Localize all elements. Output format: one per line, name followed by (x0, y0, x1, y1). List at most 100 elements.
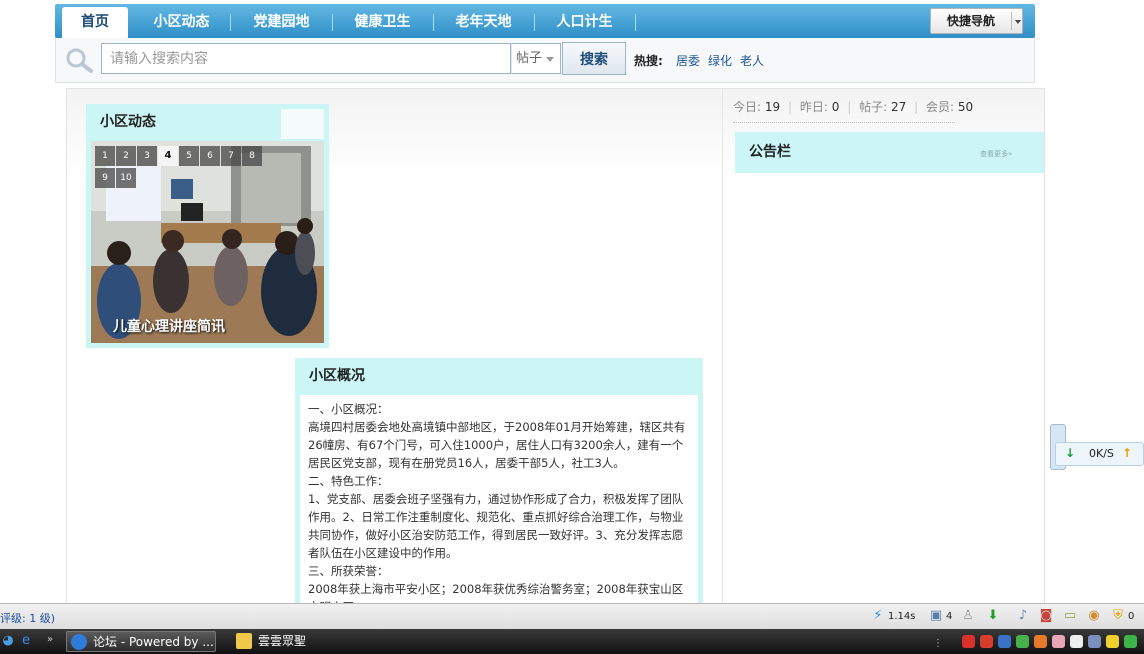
tab-divider (433, 14, 434, 31)
search-bar: 帖子 搜索 热搜: 居委 绿化 老人 (55, 38, 1035, 83)
column-divider (722, 88, 723, 608)
community-overview-box: 小区概况 一、小区概况： 高境四村居委会地处高境镇中部地区，于2008年01月开… (295, 358, 703, 608)
stat-label: 帖子: (859, 100, 888, 114)
window-icon[interactable]: ▭ (1062, 608, 1078, 624)
image-icon[interactable]: ▣ (928, 608, 944, 624)
tray-app-icon[interactable] (1052, 635, 1065, 648)
community-overview-title: 小区概况 (309, 368, 365, 384)
overview-paragraph: 三、所获荣誉： (308, 564, 389, 578)
person-icon[interactable]: ♙ (960, 608, 976, 624)
slide-caption[interactable]: 儿童心理讲座简讯 (113, 316, 225, 336)
stat-label: 会员: (925, 100, 954, 114)
tray-app-icon[interactable] (980, 635, 993, 648)
search-button[interactable]: 搜索 (562, 42, 626, 75)
slide-page-button[interactable]: 6 (200, 146, 220, 166)
slide-page-button[interactable]: 5 (179, 146, 199, 166)
notice-more-link[interactable]: 查看更多» (980, 149, 1012, 159)
chevron-down-icon (546, 57, 554, 62)
download-icon[interactable]: ⬇ (985, 608, 1001, 624)
community-news-box: 小区动态 1 2 3 4 5 6 7 8 9 10 儿童心理讲座简讯 (86, 104, 329, 348)
stat-divider: | (787, 100, 793, 114)
overview-paragraph: 高境四村居委会地处高境镇中部地区，于2008年01月开始筹建，辖区共有26幢房、… (308, 420, 686, 470)
overview-paragraph: 1、党支部、居委会班子坚强有力，通过协作形成了合力，积极发挥了团队作用。2、日常… (308, 492, 684, 560)
tray-app-icon[interactable] (1124, 635, 1137, 648)
taskbar-forum-label: 论坛 - Powered by ... (93, 635, 214, 649)
tab-community-news[interactable]: 小区动态 (135, 7, 228, 38)
tab-party-building[interactable]: 党建园地 (235, 7, 328, 38)
taskbar-folder-window[interactable]: 雲雲眾聖 (232, 631, 362, 652)
tab-divider (230, 14, 231, 31)
page-load-time: 1.14s (888, 611, 916, 622)
network-speed-widget[interactable]: ↓ 0K/S ↑ (1050, 424, 1144, 470)
download-arrow-icon: ↓ (1065, 446, 1076, 460)
stat-yesterday: 0 (831, 100, 840, 114)
tray-expand-icon[interactable]: ⋮ (930, 636, 946, 652)
tray-app-icon[interactable] (1088, 635, 1101, 648)
quick-nav-button[interactable]: 快捷导航 (930, 8, 1023, 34)
overview-paragraph: 二、特色工作： (308, 474, 389, 488)
tab-divider (534, 14, 535, 31)
eye-icon[interactable]: ◉ (1086, 608, 1102, 624)
lightning-icon: ⚡ (873, 608, 883, 623)
camera-icon[interactable]: ◙ (1038, 608, 1054, 624)
quick-nav-divider (1011, 12, 1012, 30)
hot-link[interactable]: 老人 (740, 52, 764, 69)
stat-label: 今日: (733, 100, 762, 114)
news-slideshow[interactable]: 1 2 3 4 5 6 7 8 9 10 儿童心理讲座简讯 (91, 141, 324, 343)
speed-text: 0K/S (1089, 447, 1114, 460)
search-input[interactable] (101, 43, 511, 74)
main-nav: 首页 小区动态 党建园地 健康卫生 老年天地 人口计生 快捷导航 (55, 4, 1035, 38)
slide-page-button[interactable]: 9 (95, 168, 115, 188)
hot-search-label: 热搜: (634, 54, 663, 68)
tab-elderly[interactable]: 老年天地 (437, 7, 530, 38)
stat-label: 昨日: (799, 100, 828, 114)
tray-app-icon[interactable] (1106, 635, 1119, 648)
status-count: 0 (1128, 611, 1135, 622)
speed-panel: ↓ 0K/S ↑ (1055, 442, 1144, 466)
speaker-icon[interactable]: ♪ (1015, 608, 1031, 624)
community-news-title: 小区动态 (100, 114, 156, 130)
stat-members: 50 (957, 100, 974, 114)
tab-health[interactable]: 健康卫生 (336, 7, 429, 38)
search-scope-select[interactable]: 帖子 (511, 43, 561, 74)
stat-divider: | (914, 100, 919, 114)
tab-divider (635, 14, 636, 31)
slide-page-button[interactable]: 1 (95, 146, 115, 166)
taskbar-folder-label: 雲雲眾聖 (258, 634, 307, 648)
browser-icon (71, 634, 87, 650)
tab-home[interactable]: 首页 (62, 7, 128, 38)
tray-app-icon[interactable] (962, 635, 975, 648)
status-text: 评级: 1 级) (0, 612, 55, 625)
chevron-right-icon[interactable]: » (42, 632, 58, 648)
taskbar-forum-window[interactable]: 论坛 - Powered by ... (66, 631, 216, 652)
hot-link[interactable]: 居委 (676, 52, 700, 69)
slide-page-button[interactable]: 10 (116, 168, 136, 188)
upload-arrow-icon: ↑ (1122, 446, 1133, 460)
search-icon (66, 48, 93, 73)
slide-page-button[interactable]: 8 (242, 146, 262, 166)
shield-icon[interactable]: ⛨ (1110, 608, 1126, 624)
browser-status-bar: 评级: 1 级) ⚡ 1.14s ▣ 4 ♙ ⬇ ♪ ◙ ▭ ◉ ⛨ 0 (0, 603, 1144, 629)
slide-page-button[interactable]: 7 (221, 146, 241, 166)
hot-link[interactable]: 绿化 (708, 52, 732, 69)
tray-app-icon[interactable] (1016, 635, 1029, 648)
tray-app-icon[interactable] (998, 635, 1011, 648)
tray-app-icon[interactable] (1034, 635, 1047, 648)
overview-text: 一、小区概况： 高境四村居委会地处高境镇中部地区，于2008年01月开始筹建，辖… (300, 395, 698, 608)
divider (733, 122, 955, 123)
header-spacer (281, 109, 324, 139)
notice-board: 公告栏 查看更多» (735, 132, 1044, 173)
start-icon[interactable]: ◕ (0, 633, 16, 649)
search-scope-label: 帖子 (516, 51, 543, 66)
tab-family-planning[interactable]: 人口计生 (538, 7, 631, 38)
stat-posts: 27 (890, 100, 907, 114)
overview-paragraph: 一、小区概况： (308, 402, 389, 416)
tray-app-icon[interactable] (1070, 635, 1083, 648)
quick-nav-label: 快捷导航 (946, 14, 995, 28)
slide-page-button[interactable]: 2 (116, 146, 136, 166)
ie-icon[interactable]: e (18, 633, 34, 649)
slide-page-button-active[interactable]: 4 (158, 146, 178, 166)
forum-stats: 今日: 19 | 昨日: 0 | 帖子: 27 | 会员: 50 (733, 98, 973, 115)
slide-page-button[interactable]: 3 (137, 146, 157, 166)
chevron-down-icon[interactable] (1015, 20, 1021, 24)
